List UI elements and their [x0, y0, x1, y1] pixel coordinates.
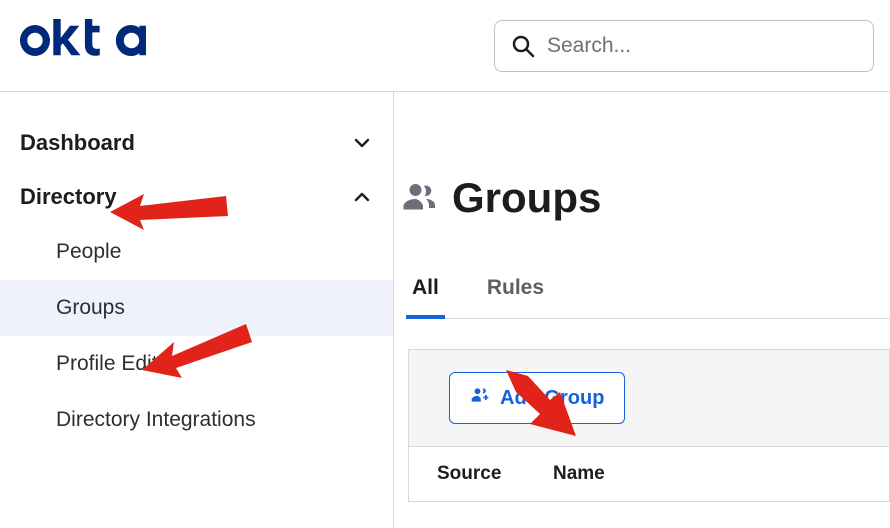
body: Dashboard Directory People Groups Profil… [0, 92, 890, 528]
nav-dashboard[interactable]: Dashboard [0, 116, 393, 170]
sidebar-item-groups[interactable]: Groups [0, 280, 393, 336]
groups-icon [402, 178, 438, 219]
sidebar: Dashboard Directory People Groups Profil… [0, 92, 394, 528]
add-group-button[interactable]: Add Group [449, 372, 625, 424]
panel-toolbar: Add Group [409, 350, 889, 447]
sidebar-item-profile-editor[interactable]: Profile Editor [0, 336, 393, 392]
okta-logo [20, 19, 146, 68]
page-title: Groups [452, 174, 601, 222]
tabs: All Rules [408, 276, 890, 319]
add-group-icon [470, 385, 490, 411]
nav-directory[interactable]: Directory [0, 170, 393, 224]
chevron-up-icon [351, 186, 373, 208]
sidebar-item-people[interactable]: People [0, 224, 393, 280]
add-group-label: Add Group [500, 387, 604, 410]
search-field[interactable] [494, 20, 874, 72]
search-icon [511, 34, 535, 58]
tab-rules[interactable]: Rules [483, 276, 548, 318]
okta-logo-svg [20, 19, 146, 63]
nav-directory-label: Directory [20, 184, 117, 210]
groups-panel: Add Group Source Name [408, 349, 890, 502]
col-name: Name [553, 463, 605, 485]
nav-dashboard-label: Dashboard [20, 130, 135, 156]
table-header: Source Name [409, 447, 889, 501]
page-title-row: Groups [402, 174, 890, 222]
sidebar-item-directory-integrations[interactable]: Directory Integrations [0, 392, 393, 448]
search-container [494, 20, 874, 72]
top-bar [0, 0, 890, 92]
main-content: Groups All Rules Add Group Source Name [394, 92, 890, 528]
tab-all[interactable]: All [408, 276, 443, 318]
chevron-down-icon [351, 132, 373, 154]
col-source: Source [437, 463, 517, 485]
search-input[interactable] [547, 34, 857, 58]
